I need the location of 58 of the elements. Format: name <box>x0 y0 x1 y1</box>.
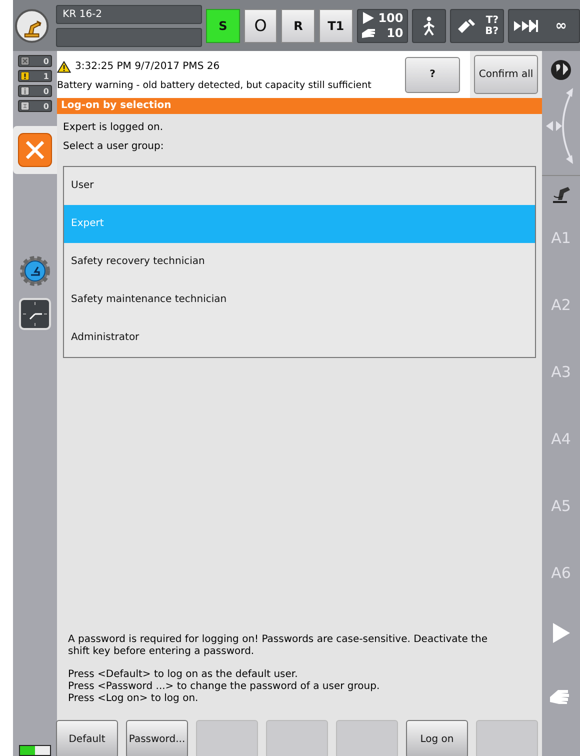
robot-arm-icon[interactable] <box>550 184 572 204</box>
list-item[interactable]: User <box>64 167 535 205</box>
gear-icon[interactable] <box>20 256 50 286</box>
hand-icon[interactable] <box>550 688 572 706</box>
info-message-icon <box>20 86 30 96</box>
help-text: Press <Default> to log on as the default user. Press <Password ...> to change the password of a user group. Press <Log on> to log on. <box>68 669 381 705</box>
base-value: B? <box>485 26 499 36</box>
prompt-label: Select a user group: <box>63 141 165 154</box>
status-key[interactable]: T1 <box>319 8 353 42</box>
message-count: 1 <box>43 72 49 80</box>
status-key[interactable]: O <box>244 8 278 42</box>
clock-icon[interactable] <box>19 298 51 330</box>
increment-icon <box>512 18 539 32</box>
robot-name-field[interactable]: KR 16-2 <box>56 4 202 24</box>
warning-message-icon <box>20 71 30 81</box>
user-group-list[interactable]: User Expert Safety recovery technician Safety maintenance technician Administrator <box>63 166 536 358</box>
message-counter[interactable]: 0 <box>18 85 52 97</box>
override-key[interactable]: 100 10 <box>356 8 408 42</box>
dialog-title: Log-on by selection <box>57 98 542 114</box>
increment-value: ∞ <box>555 18 567 34</box>
softkey-button[interactable]: Password... <box>126 720 188 756</box>
window-tab[interactable] <box>13 126 57 174</box>
program-override-value: 100 <box>378 11 404 25</box>
message-counter[interactable]: 0 <box>18 100 52 112</box>
message-counter[interactable]: 1 <box>18 70 52 82</box>
tool-value: T? <box>486 14 499 26</box>
acknowledge-message-icon <box>20 56 30 66</box>
walking-person-key[interactable] <box>412 8 446 42</box>
status-key[interactable]: R <box>281 8 316 42</box>
logon-status: Expert is logged on. <box>63 122 164 135</box>
walking-person-icon <box>422 16 436 36</box>
battery-indicator <box>19 745 51 756</box>
help-text: A password is required for logging on! Passwords are case-sensitive. Deactivate the shift key before entering a password. <box>68 634 488 658</box>
play-icon[interactable] <box>551 622 571 644</box>
list-item[interactable]: Safety recovery technician <box>64 243 535 281</box>
confirm-all-button[interactable]: Confirm all <box>474 55 538 94</box>
close-icon[interactable] <box>18 133 52 167</box>
help-button[interactable]: ? <box>405 56 460 92</box>
message-header: 3:32:25 PM 9/7/2017 PMS 26 <box>75 61 220 72</box>
wait-message-icon <box>20 101 30 111</box>
message-text: Battery warning - old battery detected, but capacity still sufficient <box>57 80 372 90</box>
list-item[interactable]: Safety maintenance technician <box>64 281 535 319</box>
tool-base-key[interactable]: T? B? <box>450 8 504 42</box>
jog-override-value: 10 <box>386 26 404 40</box>
message-count: 0 <box>43 56 49 66</box>
warning-icon <box>57 60 71 72</box>
hand-icon <box>362 28 376 38</box>
softkey-button[interactable]: Log on <box>406 720 468 756</box>
message-counter[interactable]: 0 <box>18 55 52 67</box>
robot-logo-icon[interactable] <box>15 8 49 42</box>
list-item[interactable]: Administrator <box>64 319 535 357</box>
increment-key[interactable]: ∞ <box>508 8 580 42</box>
softkey-button[interactable]: Default <box>56 720 118 756</box>
status-key[interactable]: S <box>206 8 240 42</box>
play-icon <box>362 12 374 24</box>
message-count: 0 <box>43 102 49 110</box>
program-name-field[interactable] <box>56 28 202 46</box>
message-count: 0 <box>43 86 49 96</box>
